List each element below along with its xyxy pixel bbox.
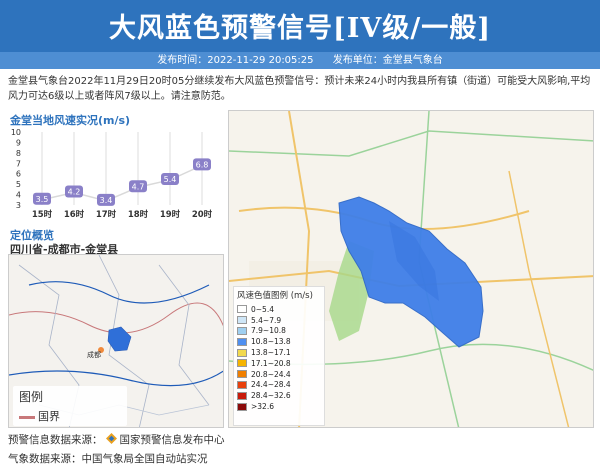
legend-row: 0~5.4 [237, 304, 321, 315]
wind-legend-title: 风速色值图例 (m/s) [237, 291, 313, 301]
y-tick-label: 9 [16, 138, 21, 147]
legend-label: 10.8~13.8 [251, 337, 291, 347]
legend-row: 10.8~13.8 [237, 336, 321, 347]
legend-label: 5.4~7.9 [251, 315, 282, 325]
overview-legend-title: 图例 [19, 390, 44, 404]
legend-row: 7.9~10.8 [237, 326, 321, 337]
legend-row: 5.4~7.9 [237, 315, 321, 326]
legend-swatch [237, 326, 247, 335]
legend-label: 28.4~32.6 [251, 391, 291, 401]
legend-row: 24.4~28.4 [237, 380, 321, 391]
x-tick-label: 19时 [160, 209, 181, 220]
legend-row: 13.8~17.1 [237, 347, 321, 358]
legend-row: 17.1~20.8 [237, 358, 321, 369]
publish-info-bar: 发布时间：2022-11-29 20:05:25 发布单位：金堂县气象台 [0, 52, 600, 69]
y-tick-label: 6 [16, 170, 21, 179]
legend-label: 13.8~17.1 [251, 348, 291, 358]
legend-label: 20.8~24.4 [251, 369, 291, 379]
legend-swatch [237, 380, 247, 389]
weather-source: 气象数据来源：中国气象局全国自动站实况 [8, 451, 208, 466]
legend-province-border: 省界 [19, 427, 60, 428]
legend-row: >32.6 [237, 401, 321, 412]
legend-label: 0~5.4 [251, 304, 274, 314]
y-tick-label: 5 [16, 180, 21, 189]
x-tick-label: 17时 [96, 209, 117, 220]
warning-description: 金堂县气象台2022年11月29日20时05分继续发布大风蓝色预警信号：预计未来… [8, 76, 591, 102]
data-label: 5.4 [164, 175, 177, 184]
x-tick-label: 16时 [64, 209, 85, 220]
publish-unit: 发布单位：金堂县气象台 [332, 55, 443, 66]
legend-swatch [237, 337, 247, 346]
legend-label: 17.1~20.8 [251, 358, 291, 368]
x-tick-label: 15时 [32, 209, 53, 220]
legend-label: >32.6 [251, 402, 274, 412]
publish-time: 发布时间：2022-11-29 20:05:25 [157, 55, 314, 66]
overview-legend: 图例 国界 省界 [13, 386, 127, 426]
national-border-line-icon [19, 415, 35, 419]
weather-source-label: 气象数据来源： [8, 453, 82, 465]
legend-swatch [237, 359, 247, 368]
wind-chart-title: 金堂当地风速实况(m/s) [10, 114, 131, 127]
header-banner: 大风蓝色预警信号[IV级/一般] [0, 0, 600, 52]
legend-swatch [237, 402, 247, 411]
warning-title: 大风蓝色预警信号[IV级/一般] [109, 13, 491, 44]
left-panel: 10 9 8 7 6 5 4 3 3.5 15时 4.2 16时 3.4 17时 4.7 18时 5.4 19时 6… [8, 110, 224, 428]
legend-row: 20.8~24.4 [237, 369, 321, 380]
legend-swatch [237, 316, 247, 325]
legend-label: 24.4~28.4 [251, 380, 291, 390]
x-tick-label: 20时 [192, 209, 213, 220]
wind-color-legend: 风速色值图例 (m/s) 0~5.4 5.4~7.9 7.9~10.8 10.8~13… [233, 286, 325, 426]
legend-row: 28.4~32.6 [237, 390, 321, 401]
y-tick-label: 3 [16, 201, 21, 210]
data-label: 3.4 [100, 196, 113, 205]
x-tick-label: 18时 [128, 209, 149, 220]
data-label: 6.8 [196, 160, 209, 169]
detail-map[interactable]: 风速色值图例 (m/s) 0~5.4 5.4~7.9 7.9~10.8 10.8~13… [228, 110, 594, 428]
data-label: 4.7 [132, 182, 145, 191]
overview-city-label: 成都 [87, 350, 101, 359]
legend-swatch [237, 305, 247, 314]
legend-swatch [237, 370, 247, 379]
y-tick-label: 7 [16, 159, 21, 168]
wind-speed-chart: 10 9 8 7 6 5 4 3 3.5 15时 4.2 16时 3.4 17时 4.7 18时 5.4 19时 6… [8, 110, 224, 224]
weather-source-value: 中国气象局全国自动站实况 [81, 453, 208, 465]
warning-source-label: 预警信息数据来源： [8, 434, 103, 446]
warning-source: 预警信息数据来源： 国家预警信息发布中心 [8, 432, 225, 447]
warning-center-logo-icon [105, 433, 117, 444]
legend-swatch [237, 348, 247, 357]
data-label: 3.5 [36, 195, 49, 204]
y-tick-label: 4 [16, 191, 21, 200]
data-label: 4.2 [68, 187, 81, 196]
warning-source-value: 国家预警信息发布中心 [119, 434, 225, 446]
legend-national-border: 国界 [19, 408, 60, 424]
y-tick-label: 8 [16, 149, 21, 158]
y-tick-label: 10 [11, 128, 21, 137]
overview-map[interactable]: 成都 图例 国界 省界 [8, 254, 224, 428]
legend-swatch [237, 391, 247, 400]
legend-label: 7.9~10.8 [251, 326, 286, 336]
